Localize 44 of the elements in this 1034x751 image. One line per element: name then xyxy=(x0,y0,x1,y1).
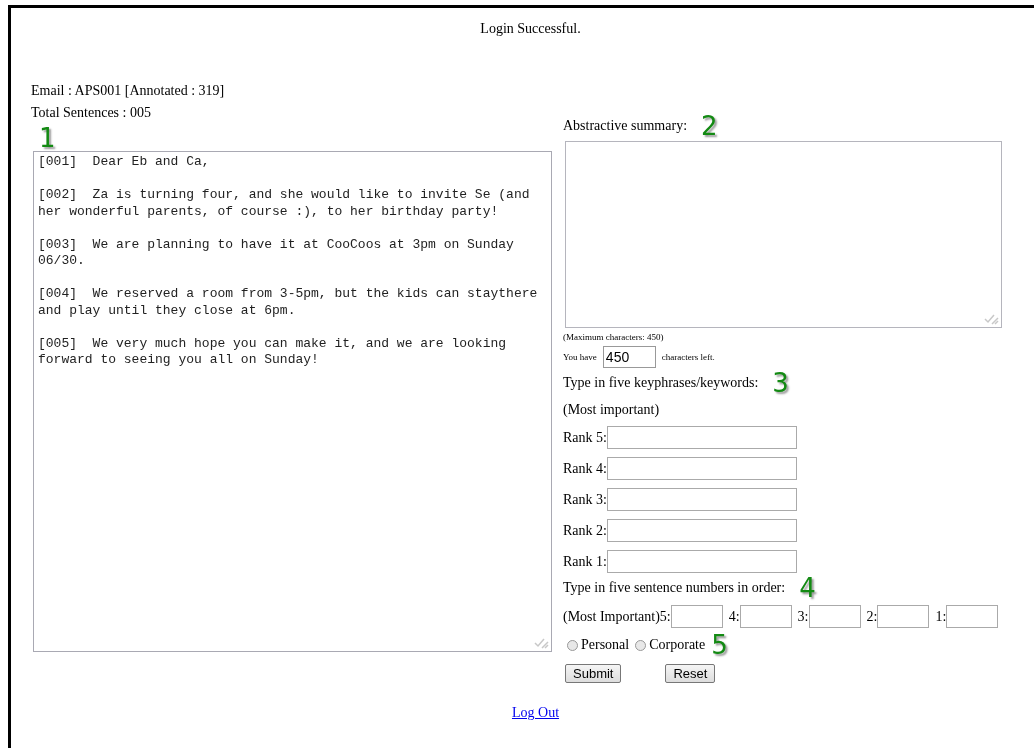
status-message: Login Successful. xyxy=(480,20,581,37)
email-text-area[interactable]: [001] Dear Eb and Ca, [002] Za is turning four, and she would like to invite Se (and her wonderful parents, of course :), to her birthday party! [003] We are planning to have it at CooCoos at 3pm on Sunday 06/30. [004] We reserved a room from 3-5pm, but the kids can staythere and play until they close at 6pm. [005] We very much hope you can make it, and we are looking forward to seeing you all on Sunday! xyxy=(33,151,552,652)
sentence-order-label: Type in five sentence numbers in order: xyxy=(563,580,786,596)
radio-label: Corporate xyxy=(649,637,706,653)
rank-label: Rank 3: xyxy=(563,491,607,508)
radio-label: Personal xyxy=(581,637,630,653)
sentence-number-field[interactable] xyxy=(946,605,999,628)
step-number: 1 xyxy=(39,123,56,153)
order-label: 2: xyxy=(866,608,878,625)
order-label: 4: xyxy=(728,608,740,625)
order-label: (Most Important)5: xyxy=(563,608,671,625)
rank-label: Rank 1: xyxy=(563,553,607,570)
order-label: 1: xyxy=(935,608,947,625)
step-number: 2 xyxy=(701,111,718,141)
characters-left-field[interactable]: 450 xyxy=(602,346,656,368)
rank-label: Rank 4: xyxy=(563,460,607,477)
summary-label: Abstractive summary: xyxy=(563,118,688,134)
submit-button[interactable]: Submit xyxy=(565,664,622,683)
max-characters-note: (Maximum characters: 450) xyxy=(563,332,665,342)
keyphrase-field[interactable] xyxy=(606,488,797,511)
order-label: 3: xyxy=(797,608,809,625)
rank-label: Rank 5: xyxy=(563,429,607,446)
sentence-number-field[interactable] xyxy=(877,605,930,628)
keyphrases-label: Type in five keyphrases/keywords: xyxy=(563,375,759,391)
radio-button[interactable] xyxy=(567,639,578,651)
step-number: 4 xyxy=(799,573,816,603)
keyphrase-field[interactable] xyxy=(606,550,797,573)
keyphrase-field[interactable] xyxy=(606,519,797,542)
step-number: 3 xyxy=(772,368,789,398)
radio-button[interactable] xyxy=(635,639,647,651)
sentence-number-field[interactable] xyxy=(808,605,861,628)
step-number: 5 xyxy=(711,630,728,660)
reset-button[interactable]: Reset xyxy=(665,664,716,683)
characters-left-label: You have xyxy=(563,352,597,362)
characters-left-label: characters left. xyxy=(661,352,715,362)
rank-label: Rank 2: xyxy=(563,522,607,539)
sentence-number-field[interactable] xyxy=(670,605,723,628)
keyphrase-field[interactable] xyxy=(606,426,797,449)
logout-link[interactable]: Log Out xyxy=(511,705,560,720)
email-info: Email : APS001 [Annotated : 319] xyxy=(31,83,225,99)
sentence-number-field[interactable] xyxy=(739,605,792,628)
sentence-count: Total Sentences : 005 xyxy=(31,105,151,121)
importance-note: (Most important) xyxy=(563,402,661,418)
keyphrase-field[interactable] xyxy=(606,457,797,480)
